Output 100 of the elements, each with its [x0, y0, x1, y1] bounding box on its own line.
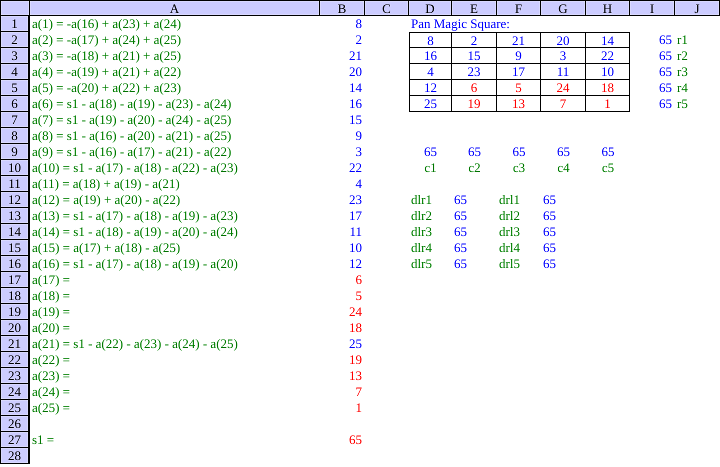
row-header: 21 [0, 336, 30, 352]
row-header: 26 [0, 416, 30, 432]
column-header: H [586, 0, 630, 16]
sum-label: drl1 [498, 192, 521, 208]
sum-value: 65 [542, 240, 557, 256]
column-header: B [320, 0, 365, 16]
value-cell-text: 23 [348, 192, 363, 208]
column-header: J [675, 0, 720, 16]
row-header: 19 [0, 304, 30, 320]
sum-value: 65 [453, 208, 468, 224]
row-header: 12 [0, 192, 30, 208]
formula-text: a(10) = s1 - a(17) - a(18) - a(22) - a(23) [31, 160, 239, 176]
row-header: 13 [0, 208, 30, 224]
row-header: 24 [0, 384, 30, 400]
row-header: 20 [0, 320, 30, 336]
sum-value: 65 [658, 64, 673, 80]
formula-text: a(12) = a(19) + a(20) - a(22) [31, 192, 182, 208]
row-header: 7 [0, 112, 30, 128]
formula-text: a(20) = [31, 320, 72, 336]
sum-label: c2 [467, 160, 482, 176]
row-header: 4 [0, 64, 30, 80]
column-header: G [541, 0, 586, 16]
row-header: 16 [0, 256, 30, 272]
column-header: E [452, 0, 497, 16]
column-header: I [630, 0, 675, 16]
formula-text: a(25) = [31, 400, 72, 416]
square-cell: 12 [409, 80, 452, 96]
sum-label: c5 [600, 160, 616, 176]
row-header: 22 [0, 352, 30, 368]
value-cell-text: 10 [348, 240, 363, 256]
square-cell: 4 [409, 64, 452, 80]
value-cell-text: 7 [354, 384, 363, 400]
formula-text: a(19) = [31, 304, 72, 320]
value-cell-text: 18 [348, 320, 363, 336]
value-cell-text: 6 [354, 272, 363, 288]
sum-value: 65 [658, 80, 673, 96]
column-header: C [365, 0, 409, 16]
value-cell-text: 9 [354, 128, 363, 144]
row-header: 9 [0, 144, 30, 160]
sum-label: r1 [676, 32, 689, 48]
square-cell: 18 [586, 80, 630, 96]
square-cell: 6 [452, 80, 497, 96]
value-cell-text: 24 [348, 304, 363, 320]
sum-label: dlr1 [410, 192, 433, 208]
row-header: 2 [0, 32, 30, 48]
corner-header[interactable] [0, 0, 30, 16]
sum-value: 65 [453, 192, 468, 208]
row-header: 28 [0, 448, 30, 464]
row-header: 15 [0, 240, 30, 256]
value-cell-text: 19 [348, 352, 363, 368]
formula-text: a(16) = s1 - a(17) - a(18) - a(19) - a(20) [31, 256, 239, 272]
value-cell-text: 14 [348, 80, 363, 96]
square-cell: 14 [586, 32, 630, 48]
square-cell: 25 [409, 96, 452, 112]
column-header: D [409, 0, 452, 16]
row-header: 14 [0, 224, 30, 240]
square-cell: 24 [541, 80, 586, 96]
value-cell-text: 8 [354, 16, 363, 32]
formula-text: a(21) = s1 - a(22) - a(23) - a(24) - a(25) [31, 336, 239, 352]
sum-value: 65 [453, 224, 468, 240]
sum-label: s1 = [31, 432, 56, 448]
sum-value: 65 [453, 240, 468, 256]
sum-label: drl5 [498, 256, 521, 272]
formula-text: a(8) = s1 - a(16) - a(20) - a(21) - a(25) [31, 128, 232, 144]
row-header: 18 [0, 288, 30, 304]
sum-label: r3 [676, 64, 689, 80]
square-cell: 21 [497, 32, 541, 48]
value-cell-text: 3 [354, 144, 363, 160]
formula-text: a(7) = s1 - a(19) - a(20) - a(24) - a(25) [31, 112, 232, 128]
sum-value: 65 [658, 96, 673, 112]
sum-value: 65 [512, 144, 526, 160]
column-header: F [497, 0, 541, 16]
sum-label: c4 [556, 160, 571, 176]
formula-text: a(18) = [31, 288, 72, 304]
formula-text: a(3) = -a(18) + a(21) + a(25) [31, 48, 182, 64]
square-cell: 13 [497, 96, 541, 112]
sum-label: c1 [423, 160, 438, 176]
square-cell: 16 [409, 48, 452, 64]
row-header: 5 [0, 80, 30, 96]
value-cell-text: 25 [348, 336, 363, 352]
value-cell-text: 11 [348, 224, 363, 240]
sum-value: 65 [542, 224, 557, 240]
square-cell: 9 [497, 48, 541, 64]
formula-text: a(2) = -a(17) + a(24) + a(25) [31, 32, 182, 48]
value-cell-text: 15 [348, 112, 363, 128]
square-cell: 8 [409, 32, 452, 48]
sum-label: r5 [676, 96, 689, 112]
value-cell-text: 1 [354, 400, 363, 416]
row-header: 1 [0, 16, 30, 32]
square-cell: 2 [452, 32, 497, 48]
sum-label: dlr3 [410, 224, 433, 240]
sum-value: 65 [600, 144, 616, 160]
square-cell: 10 [586, 64, 630, 80]
sum-label: drl3 [498, 224, 521, 240]
formula-text: a(24) = [31, 384, 72, 400]
value-cell-text: 12 [348, 256, 363, 272]
sum-value: 65 [542, 192, 557, 208]
square-cell: 1 [586, 96, 630, 112]
formula-text: a(1) = -a(16) + a(23) + a(24) [31, 16, 182, 32]
formula-text: a(9) = s1 - a(16) - a(17) - a(21) - a(22) [31, 144, 232, 160]
